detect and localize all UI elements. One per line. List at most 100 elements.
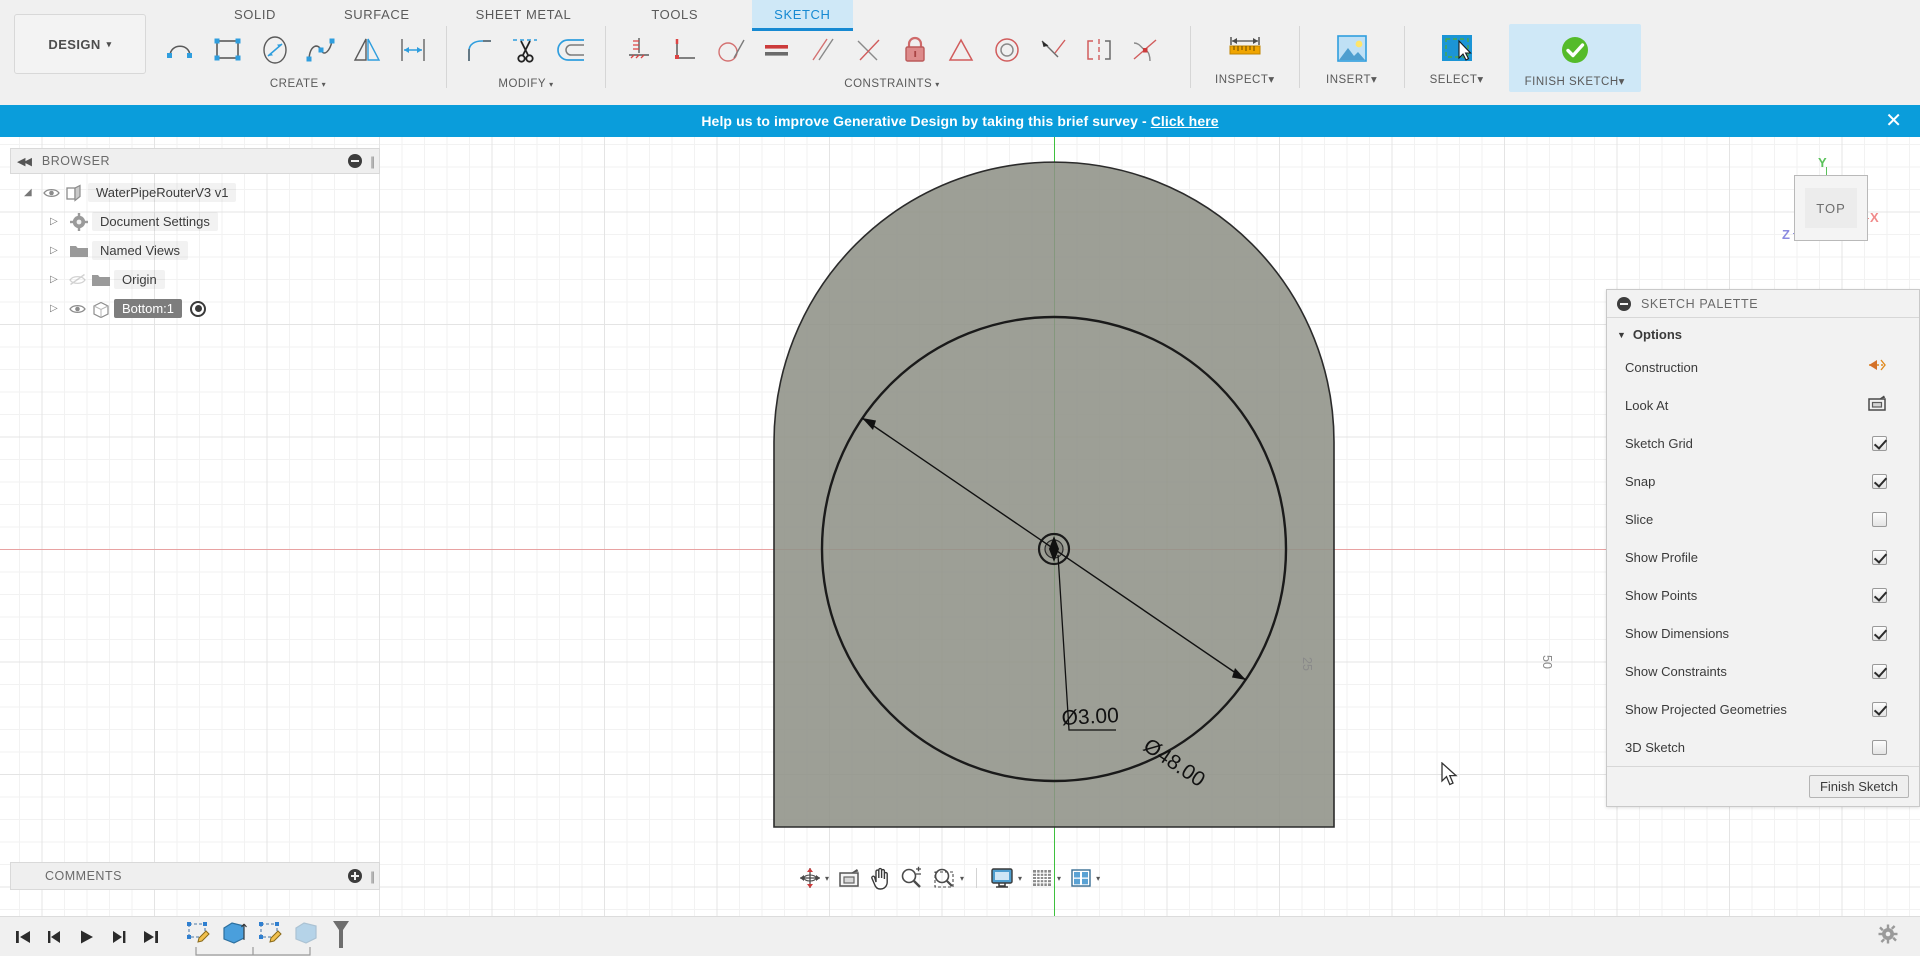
spline-icon[interactable] (298, 25, 344, 75)
gear-icon[interactable] (1878, 924, 1898, 949)
arc-icon[interactable] (160, 25, 206, 75)
viewports-button[interactable]: ▾ (1066, 865, 1103, 891)
skip-to-end-icon[interactable] (142, 927, 160, 947)
minimize-icon[interactable] (1617, 297, 1631, 311)
palette-row-show-points[interactable]: Show Points (1607, 576, 1919, 614)
design-workspace-button[interactable]: DESIGN ▾ (14, 14, 146, 74)
view-cube-face-top[interactable]: TOP (1794, 175, 1868, 241)
expand-arrow-icon[interactable]: ▷ (50, 216, 66, 227)
play-icon[interactable] (78, 927, 96, 947)
finish-sketch-palette-button[interactable]: Finish Sketch (1809, 775, 1909, 798)
tree-node-label[interactable]: Origin (114, 270, 165, 289)
chevron-down-icon[interactable]: ▾ (960, 874, 964, 883)
chevron-down-icon[interactable]: ▾ (1057, 874, 1061, 883)
inspect-button[interactable]: INSPECT▾ (1201, 24, 1289, 86)
display-settings-button[interactable]: ▾ (986, 864, 1025, 892)
show-projected-geometries-checkbox[interactable] (1872, 702, 1887, 717)
tree-node-document-settings[interactable]: ▷ Document Settings (10, 207, 380, 236)
expand-arrow-icon[interactable]: ▷ (50, 303, 66, 314)
palette-row-look-at[interactable]: Look At (1607, 386, 1919, 424)
visibility-eye-icon[interactable] (66, 303, 88, 315)
rectangle-icon[interactable] (206, 25, 252, 75)
tree-node-label[interactable]: Bottom:1 (114, 299, 182, 318)
offset-icon[interactable] (549, 25, 595, 75)
timeline-suppressed-feature[interactable] (290, 919, 322, 947)
palette-row-show-constraints[interactable]: Show Constraints (1607, 652, 1919, 690)
concentric-icon[interactable] (984, 25, 1030, 75)
tree-node-origin[interactable]: ▷ Origin (10, 265, 380, 294)
show-dimensions-checkbox[interactable] (1872, 626, 1887, 641)
palette-row-sketch-grid[interactable]: Sketch Grid (1607, 424, 1919, 462)
mirror-icon[interactable] (344, 25, 390, 75)
palette-row-construction[interactable]: Construction (1607, 348, 1919, 386)
look-at-icon[interactable] (1867, 394, 1887, 417)
insert-button[interactable]: INSERT▾ (1310, 24, 1394, 86)
construction-icon[interactable] (1867, 357, 1887, 378)
palette-row-3d-sketch[interactable]: 3D Sketch (1607, 728, 1919, 766)
fix-lock-icon[interactable] (892, 25, 938, 75)
panel-grip-icon[interactable]: || (370, 154, 373, 169)
view-cube[interactable]: Y X Z TOP (1776, 155, 1880, 259)
panel-create-label[interactable]: CREATE▾ (270, 78, 326, 90)
palette-row-show-dimensions[interactable]: Show Dimensions (1607, 614, 1919, 652)
finish-sketch-button[interactable]: FINISH SKETCH▾ (1509, 24, 1641, 92)
snap-checkbox[interactable] (1872, 474, 1887, 489)
add-comment-icon[interactable] (348, 869, 362, 883)
midpoint-icon[interactable] (846, 25, 892, 75)
visibility-eye-icon[interactable] (40, 187, 62, 199)
select-button[interactable]: SELECT▾ (1415, 24, 1499, 86)
3d-sketch-checkbox[interactable] (1872, 740, 1887, 755)
tree-node-root[interactable]: ◢ WaterPipeRouterV3 v1 (10, 178, 380, 207)
expand-arrow-icon[interactable]: ▷ (50, 245, 66, 256)
minimize-icon[interactable] (348, 154, 362, 168)
sketch-grid-checkbox[interactable] (1872, 436, 1887, 451)
step-forward-icon[interactable] (110, 927, 128, 947)
trim-scissors-icon[interactable] (503, 25, 549, 75)
timeline-extrude-feature[interactable] (218, 919, 250, 947)
tree-node-label[interactable]: Document Settings (92, 212, 218, 231)
tangent-icon[interactable] (708, 25, 754, 75)
expand-arrow-icon[interactable]: ◢ (24, 187, 40, 198)
palette-row-snap[interactable]: Snap (1607, 462, 1919, 500)
panel-modify-label[interactable]: MODIFY▾ (498, 78, 553, 90)
ellipse-icon[interactable] (252, 25, 298, 75)
tree-node-label[interactable]: Named Views (92, 241, 188, 260)
palette-row-show-profile[interactable]: Show Profile (1607, 538, 1919, 576)
panel-grip-icon[interactable]: || (370, 869, 373, 884)
skip-to-start-icon[interactable] (14, 927, 32, 947)
chevron-down-icon[interactable]: ▾ (1018, 874, 1022, 883)
tree-node-named-views[interactable]: ▷ Named Views (10, 236, 380, 265)
zoom-button[interactable] (896, 864, 926, 892)
pan-button[interactable] (866, 864, 894, 892)
timeline-sketch-feature[interactable] (182, 919, 214, 947)
perpendicular-icon[interactable] (662, 25, 708, 75)
close-icon[interactable]: ✕ (1885, 109, 1902, 133)
zoom-window-button[interactable]: ▾ (928, 864, 967, 892)
options-section-header[interactable]: ▼ Options (1607, 318, 1919, 348)
show-profile-checkbox[interactable] (1872, 550, 1887, 565)
dimension-icon[interactable] (390, 25, 436, 75)
show-points-checkbox[interactable] (1872, 588, 1887, 603)
visibility-eye-off-icon[interactable] (66, 273, 88, 286)
step-back-icon[interactable] (46, 927, 64, 947)
parallel-icon[interactable] (800, 25, 846, 75)
panel-constraints-label[interactable]: CONSTRAINTS▾ (844, 78, 939, 90)
fillet-icon[interactable] (457, 25, 503, 75)
slice-checkbox[interactable] (1872, 512, 1887, 527)
expand-arrow-icon[interactable]: ▷ (50, 274, 66, 285)
survey-banner-link[interactable]: Click here (1151, 113, 1219, 129)
equal-icon[interactable] (754, 25, 800, 75)
active-sketch-radio[interactable] (190, 301, 206, 317)
tree-node-label[interactable]: WaterPipeRouterV3 v1 (88, 183, 236, 202)
tree-node-bottom-sketch[interactable]: ▷ Bottom:1 (10, 294, 380, 323)
orbit-button[interactable]: ▾ (795, 864, 832, 892)
palette-row-show-projected-geometries[interactable]: Show Projected Geometries (1607, 690, 1919, 728)
chevron-down-icon[interactable]: ▾ (825, 874, 829, 883)
palette-row-slice[interactable]: Slice (1607, 500, 1919, 538)
fix-ground-icon[interactable] (616, 25, 662, 75)
chevron-down-icon[interactable]: ▾ (1096, 874, 1100, 883)
collapse-icon[interactable]: ◀◀ (17, 155, 30, 168)
curvature-icon[interactable] (1122, 25, 1168, 75)
grid-snaps-button[interactable]: ▾ (1027, 865, 1064, 891)
horizontal-vertical-icon[interactable] (1076, 25, 1122, 75)
